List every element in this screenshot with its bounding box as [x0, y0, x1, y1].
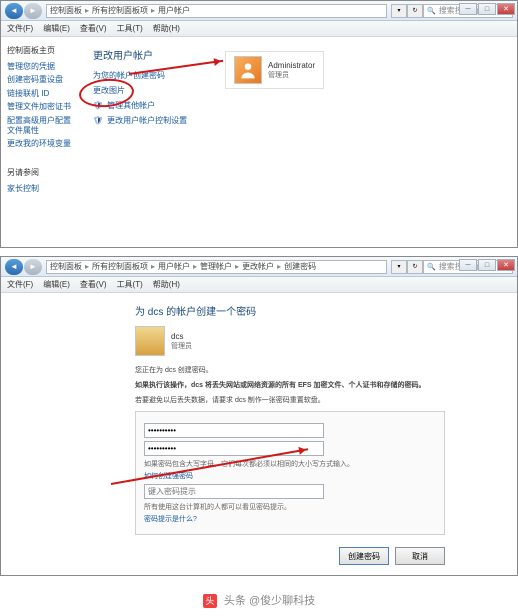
sidebar-item[interactable]: 链接联机 ID	[7, 89, 73, 99]
cancel-button[interactable]: 取消	[395, 547, 445, 565]
link-what-is-hint[interactable]: 密码提示是什么?	[144, 514, 436, 524]
menu-tools[interactable]: 工具(T)	[117, 279, 143, 290]
window-body: 为 dcs 的帐户创建一个密码 dcs 管理员 您正在为 dcs 创建密码。 如…	[1, 293, 517, 575]
titlebar: ◄ ► 控制面板▸ 所有控制面板项▸ 用户帐户▸ 管理帐户▸ 更改帐户▸ 创建密…	[1, 257, 517, 277]
breadcrumb-item[interactable]: 更改帐户	[242, 261, 274, 272]
menu-view[interactable]: 查看(V)	[80, 279, 107, 290]
sidebar-see-also: 另请参阅	[7, 168, 73, 178]
password-hint-input[interactable]	[144, 484, 324, 499]
hint-text: 所有使用这台计算机的人都可以看见密码提示。	[144, 502, 436, 512]
breadcrumb-item[interactable]: 管理帐户	[200, 261, 232, 272]
address-bar[interactable]: 控制面板▸ 所有控制面板项▸ 用户帐户	[46, 4, 387, 18]
sidebar-item[interactable]: 创建密码重设盘	[7, 75, 73, 85]
user-info: dcs 管理员	[171, 332, 192, 351]
menu-view[interactable]: 查看(V)	[80, 23, 107, 34]
window-controls: ─ □ ✕	[459, 259, 515, 271]
titlebar: ◄ ► 控制面板▸ 所有控制面板项▸ 用户帐户 ▾ ↻ 🔍 搜索控制面板	[1, 1, 517, 21]
maximize-button[interactable]: □	[478, 3, 496, 15]
link-uac-settings[interactable]: 🛡 更改用户帐户控制设置	[93, 115, 503, 126]
forward-button[interactable]: ►	[24, 259, 42, 275]
close-button[interactable]: ✕	[497, 259, 515, 271]
window-controls: ─ □ ✕	[459, 3, 515, 15]
link-manage-accounts[interactable]: 🛡 管理其他帐户	[93, 100, 503, 111]
password-form: 如果密码包含大写字母，它们每次都必须以相同的大小写方式输入。 如何创建强密码 所…	[135, 411, 445, 535]
menu-edit[interactable]: 编辑(E)	[43, 279, 70, 290]
link-strong-password[interactable]: 如何创建强密码	[144, 471, 436, 481]
breadcrumb-item[interactable]: 创建密码	[284, 261, 316, 272]
refresh-button[interactable]: ↻	[407, 260, 423, 274]
confirm-password-input[interactable]	[144, 441, 324, 456]
user-name: dcs	[171, 332, 192, 341]
current-user-card[interactable]: Administrator 管理员	[225, 51, 324, 89]
warning-text-bold: 如果执行该操作，dcs 将丢失网站或网络资源的所有 EFS 加密文件、个人证书和…	[135, 381, 445, 391]
breadcrumb-item[interactable]: 用户帐户	[158, 5, 190, 16]
sidebar-item[interactable]: 管理您的凭据	[7, 62, 73, 72]
hint-text: 如果密码包含大写字母，它们每次都必须以相同的大小写方式输入。	[144, 459, 436, 469]
menu-file[interactable]: 文件(F)	[7, 23, 33, 34]
menu-edit[interactable]: 编辑(E)	[43, 23, 70, 34]
menu-help[interactable]: 帮助(H)	[153, 23, 180, 34]
avatar	[234, 56, 262, 84]
refresh-button[interactable]: ↻	[407, 4, 423, 18]
menu-bar: 文件(F) 编辑(E) 查看(V) 工具(T) 帮助(H)	[1, 277, 517, 293]
menu-help[interactable]: 帮助(H)	[153, 279, 180, 290]
warning-text: 您正在为 dcs 创建密码。	[135, 366, 445, 376]
address-bar[interactable]: 控制面板▸ 所有控制面板项▸ 用户帐户▸ 管理帐户▸ 更改帐户▸ 创建密码	[46, 260, 387, 274]
breadcrumb-item[interactable]: 所有控制面板项	[92, 5, 148, 16]
back-button[interactable]: ◄	[5, 3, 23, 19]
minimize-button[interactable]: ─	[459, 259, 477, 271]
button-row: 创建密码 取消	[135, 547, 445, 565]
sidebar-item[interactable]: 配置高级用户配置文件属性	[7, 116, 73, 137]
search-icon: 🔍	[427, 263, 436, 271]
page-title: 为 dcs 的帐户创建一个密码	[135, 303, 445, 318]
breadcrumb-item[interactable]: 所有控制面板项	[92, 261, 148, 272]
breadcrumb-item[interactable]: 控制面板	[50, 5, 82, 16]
watermark-prefix: 头条	[224, 595, 246, 607]
menu-tools[interactable]: 工具(T)	[117, 23, 143, 34]
watermark: 头 头条 @俊少聊科技	[0, 584, 518, 616]
new-password-input[interactable]	[144, 423, 324, 438]
create-password-button[interactable]: 创建密码	[339, 547, 389, 565]
address-dropdown[interactable]: ▾	[391, 4, 407, 18]
avatar	[135, 326, 165, 356]
forward-button[interactable]: ►	[24, 3, 42, 19]
warning-text: 若要避免以后丢失数据，请要求 dcs 制作一张密码重置软盘。	[135, 396, 445, 406]
user-role: 管理员	[268, 70, 315, 80]
shield-icon: 🛡	[93, 116, 103, 125]
user-role: 管理员	[171, 341, 192, 351]
target-user-card: dcs 管理员	[135, 326, 445, 356]
user-info: Administrator 管理员	[268, 61, 315, 80]
sidebar: 控制面板主页 管理您的凭据 创建密码重设盘 链接联机 ID 管理文件加密证书 配…	[1, 37, 79, 247]
window-create-password: ─ □ ✕ ◄ ► 控制面板▸ 所有控制面板项▸ 用户帐户▸ 管理帐户▸ 更改帐…	[0, 256, 518, 576]
toutiao-logo-icon: 头	[203, 594, 217, 608]
main-panel: 为 dcs 的帐户创建一个密码 dcs 管理员 您正在为 dcs 创建密码。 如…	[135, 303, 445, 565]
sidebar-item[interactable]: 家长控制	[7, 184, 73, 194]
breadcrumb-item[interactable]: 控制面板	[50, 261, 82, 272]
sidebar-item[interactable]: 更改我的环境变量	[7, 139, 73, 149]
maximize-button[interactable]: □	[478, 259, 496, 271]
breadcrumb-item[interactable]: 用户帐户	[158, 261, 190, 272]
search-icon: 🔍	[427, 7, 436, 15]
user-name: Administrator	[268, 61, 315, 70]
sidebar-heading: 控制面板主页	[7, 45, 73, 56]
address-dropdown[interactable]: ▾	[391, 260, 407, 274]
menu-bar: 文件(F) 编辑(E) 查看(V) 工具(T) 帮助(H)	[1, 21, 517, 37]
close-button[interactable]: ✕	[497, 3, 515, 15]
back-button[interactable]: ◄	[5, 259, 23, 275]
menu-file[interactable]: 文件(F)	[7, 279, 33, 290]
window-user-accounts: ─ □ ✕ ◄ ► 控制面板▸ 所有控制面板项▸ 用户帐户 ▾ ↻ 🔍 搜索控制…	[0, 0, 518, 248]
watermark-text: @俊少聊科技	[249, 595, 315, 607]
minimize-button[interactable]: ─	[459, 3, 477, 15]
sidebar-item[interactable]: 管理文件加密证书	[7, 102, 73, 112]
